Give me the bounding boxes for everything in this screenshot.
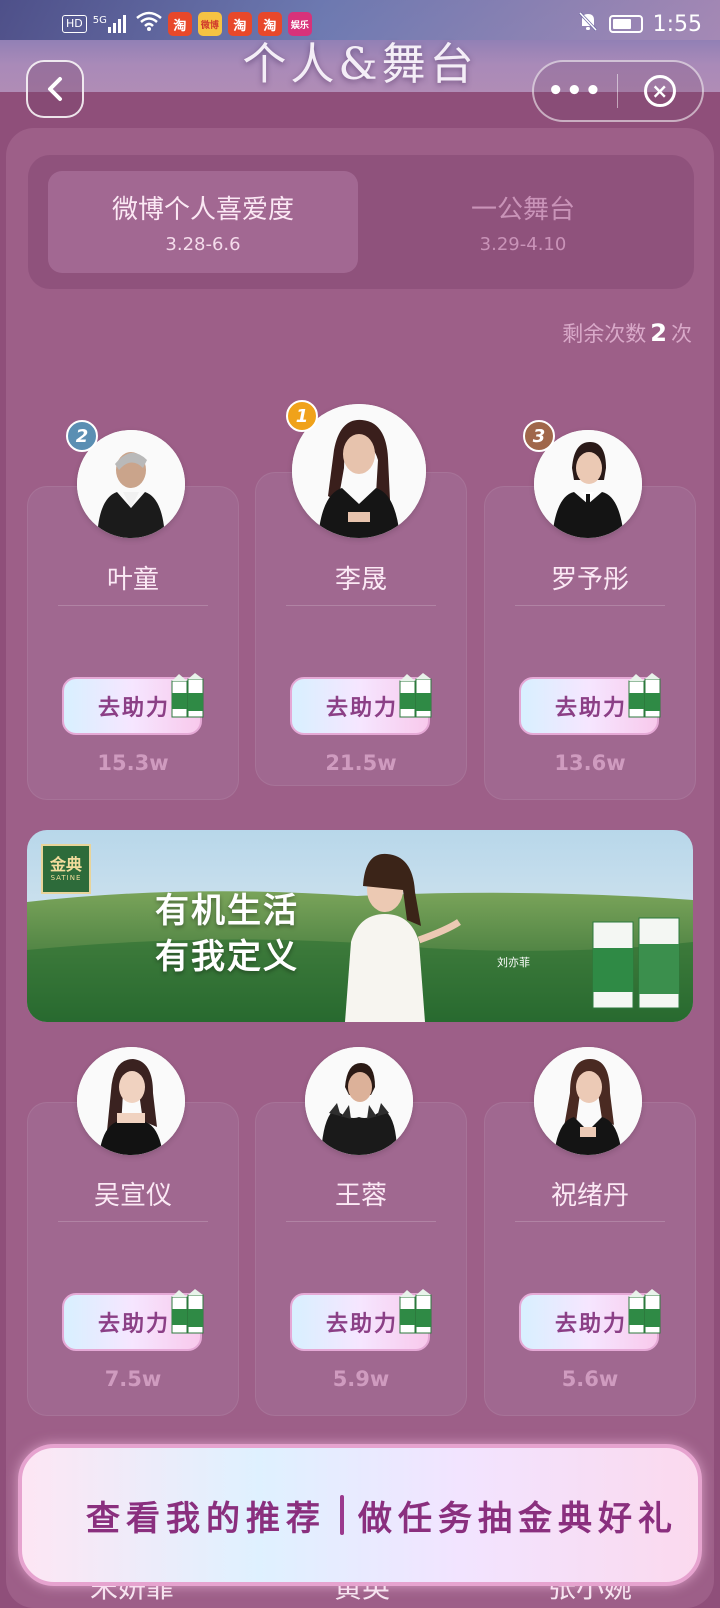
status-bar: HD 5G 淘 微博 淘 淘 娱乐 1:55: [0, 0, 720, 48]
milk-carton-icon: [628, 1289, 661, 1334]
boost-button[interactable]: 去助力: [290, 1289, 432, 1351]
vote-count: 15.3w: [97, 751, 169, 775]
tab-label: 微博个人喜爱度: [111, 195, 294, 225]
boost-label: 去助力: [98, 1312, 171, 1337]
miniprogram-capsule: ••• ×: [532, 60, 704, 122]
remaining-votes: 剩余次数 2 次: [562, 318, 692, 348]
brand-logo: 金典 SATINE: [41, 844, 91, 894]
status-left: HD 5G 淘 微博 淘 淘 娱乐: [62, 11, 312, 37]
chevron-left-icon: [48, 77, 62, 101]
hd-chip: HD: [62, 15, 87, 33]
slogan-line: 有我定义: [155, 937, 299, 977]
milk-carton-icon: [628, 673, 661, 718]
cta-divider: [340, 1495, 344, 1535]
rank-badge: 3: [523, 420, 555, 452]
contestant-name: 叶童: [106, 565, 159, 595]
ad-slogan: 有机生活 有我定义: [155, 888, 299, 980]
close-icon: ×: [643, 75, 676, 107]
signal-icon: 5G: [93, 15, 130, 33]
ad-signature: 刘亦菲: [497, 956, 530, 969]
status-right: 1:55: [577, 10, 702, 38]
taobao-app-icon: 淘: [167, 12, 192, 36]
contestant-name: 王蓉: [334, 1181, 387, 1211]
contestant-avatar[interactable]: [534, 1047, 642, 1155]
contestant-name: 吴宣仪: [93, 1181, 172, 1211]
boost-button[interactable]: 去助力: [62, 673, 204, 735]
back-button[interactable]: [26, 60, 84, 118]
milk-carton-icon: [399, 673, 432, 718]
remaining-suffix: 次: [671, 322, 692, 346]
ad-banner[interactable]: 金典 SATINE 有机生活 有我定义 刘亦菲: [27, 830, 693, 1022]
card-divider: [286, 605, 436, 606]
vote-count: 21.5w: [325, 751, 397, 775]
entertainment-app-icon: 娱乐: [287, 12, 312, 36]
ad-background: [27, 830, 693, 1022]
boost-label: 去助力: [326, 696, 399, 721]
vote-count: 13.6w: [554, 751, 626, 775]
milk-carton-icon: [171, 1289, 204, 1334]
vote-count: 5.6w: [561, 1367, 619, 1391]
contestant-name: 李晟: [334, 565, 387, 595]
tab-dates: 3.29-4.10: [479, 234, 567, 255]
boost-label: 去助力: [555, 1312, 628, 1337]
weibo-app-icon: 微博: [197, 12, 222, 36]
tab-first-stage[interactable]: 一公舞台 3.29-4.10: [368, 171, 678, 273]
milk-carton-icon: [171, 673, 204, 718]
boost-label: 去助力: [326, 1312, 399, 1337]
brand-name-en: SATINE: [50, 873, 82, 882]
rank-badge: 1: [286, 400, 318, 432]
card-divider: [58, 1221, 208, 1222]
vote-count: 7.5w: [104, 1367, 162, 1391]
bottom-cta-bar: 查看我的推荐 做任务抽金典好礼: [18, 1444, 702, 1586]
clock: 1:55: [652, 11, 702, 37]
mute-bell-icon: [577, 10, 599, 38]
slogan-line: 有机生活: [155, 891, 299, 931]
contestant-name: 罗予彤: [550, 565, 629, 595]
boost-button[interactable]: 去助力: [62, 1289, 204, 1351]
tab-label: 一公舞台: [470, 195, 575, 225]
more-options-button[interactable]: •••: [534, 76, 617, 106]
card-divider: [58, 605, 208, 606]
rank-badge: 2: [66, 420, 98, 452]
contestant-avatar[interactable]: [305, 1047, 413, 1155]
remaining-count: 2: [650, 319, 667, 347]
boost-label: 去助力: [555, 696, 628, 721]
category-tabs: 微博个人喜爱度 3.28-6.6 一公舞台 3.29-4.10: [28, 155, 694, 289]
boost-button[interactable]: 去助力: [290, 673, 432, 735]
close-button[interactable]: ×: [618, 75, 702, 107]
tab-dates: 3.28-6.6: [165, 234, 241, 255]
wifi-icon: [136, 11, 162, 37]
taobao-app-icon: 淘: [227, 12, 252, 36]
battery-icon: [608, 15, 643, 33]
card-divider: [515, 605, 665, 606]
taobao-app-icon: 淘: [257, 12, 282, 36]
brand-name: 金典: [49, 854, 82, 874]
boost-button[interactable]: 去助力: [519, 673, 661, 735]
card-divider: [515, 1221, 665, 1222]
my-recommendation-button[interactable]: 查看我的推荐: [86, 1491, 326, 1540]
task-lottery-button[interactable]: 做任务抽金典好礼: [358, 1491, 678, 1540]
milk-carton-icon: [399, 1289, 432, 1334]
boost-label: 去助力: [98, 696, 171, 721]
contestant-name: 祝绪丹: [550, 1181, 629, 1211]
tab-weibo-popularity[interactable]: 微博个人喜爱度 3.28-6.6: [48, 171, 358, 273]
contestant-avatar[interactable]: [77, 1047, 185, 1155]
remaining-prefix: 剩余次数: [562, 322, 647, 346]
boost-button[interactable]: 去助力: [519, 1289, 661, 1351]
vote-count: 5.9w: [332, 1367, 390, 1391]
card-divider: [286, 1221, 436, 1222]
